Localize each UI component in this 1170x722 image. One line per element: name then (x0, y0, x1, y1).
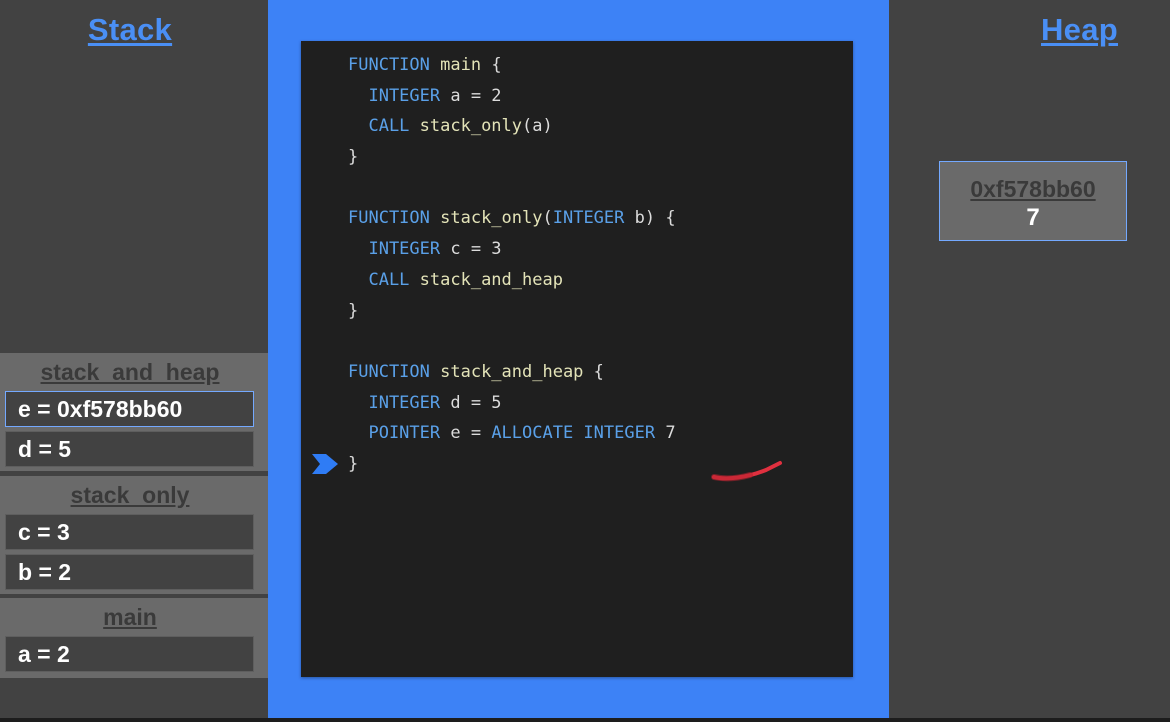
stack-panel: Stack stack_and_heap e = 0xf578bb60 d = … (0, 0, 268, 718)
code-line: CALL stack_only(a) (348, 114, 553, 138)
code-token: INTEGER (552, 208, 625, 228)
code-token: c = 3 (450, 239, 502, 259)
code-line: } (348, 145, 358, 169)
stack-frame-stack-only: stack_only c = 3 b = 2 (0, 476, 268, 594)
code-line: FUNCTION stack_only(INTEGER b) { (348, 206, 676, 230)
code-line: INTEGER a = 2 (348, 84, 502, 108)
code-token: b) { (624, 208, 676, 228)
code-token: a = 2 (450, 86, 502, 106)
code-token: stack_and_heap (440, 362, 584, 382)
stack-variable: e = 0xf578bb60 (5, 391, 254, 427)
code-token: ALLOCATE INTEGER (491, 423, 656, 443)
code-token: (a) (522, 116, 553, 136)
code-line: CALL stack_and_heap (348, 268, 563, 292)
code-token: stack_and_heap (419, 270, 563, 290)
code-token: CALL (348, 116, 420, 136)
stack-frame-title: stack_and_heap (40, 359, 220, 385)
code-line: INTEGER c = 3 (348, 237, 502, 261)
code-token: POINTER (348, 423, 451, 443)
code-token: FUNCTION (348, 208, 441, 228)
code-token: INTEGER (348, 86, 451, 106)
code-token: ( (542, 208, 553, 228)
code-token: { (481, 55, 502, 75)
heap-block: 0xf578bb60 7 (939, 161, 1127, 241)
heap-title: Heap (1040, 12, 1118, 47)
code-token: { (583, 362, 604, 382)
stack-frame-main: main a = 2 (0, 598, 268, 678)
stack-frame-title: stack_only (70, 482, 190, 508)
code-line: FUNCTION main { (348, 53, 502, 77)
code-line-current: } (348, 452, 358, 476)
heap-panel: Heap (889, 0, 1170, 718)
stack-frame-title: main (103, 604, 157, 630)
code-line: FUNCTION stack_and_heap { (348, 360, 604, 384)
code-token: stack_only (419, 116, 523, 136)
code-token: } (348, 454, 359, 474)
stack-frame-stack-and-heap: stack_and_heap e = 0xf578bb60 d = 5 (0, 353, 268, 471)
code-token: INTEGER (348, 393, 451, 413)
code-token: stack_only (440, 208, 543, 228)
code-token: FUNCTION (348, 55, 441, 75)
code-line: POINTER e = ALLOCATE INTEGER 7 (348, 421, 676, 445)
code-token: INTEGER (348, 239, 451, 259)
code-token: d = 5 (450, 393, 502, 413)
code-line: INTEGER d = 5 (348, 391, 502, 415)
code-token: } (348, 301, 359, 321)
code-token: 7 (655, 423, 676, 443)
stack-variable: d = 5 (5, 431, 254, 467)
code-line: } (348, 299, 358, 323)
stack-variable: c = 3 (5, 514, 254, 550)
code-token: FUNCTION (348, 362, 441, 382)
code-token: main (440, 55, 482, 75)
heap-address: 0xf578bb60 (970, 176, 1096, 202)
bottom-border (0, 718, 1170, 722)
stack-variable: b = 2 (5, 554, 254, 590)
pen-annotation (711, 461, 782, 482)
code-panel: FUNCTION main { INTEGER a = 2 CALL stack… (301, 41, 853, 677)
chevron-right-icon (312, 454, 338, 474)
code-token: CALL (348, 270, 420, 290)
stack-variable: a = 2 (5, 636, 254, 672)
heap-value: 7 (1026, 204, 1040, 231)
code-token: } (348, 147, 359, 167)
code-token: e = (450, 423, 492, 443)
stack-title: Stack (87, 12, 173, 47)
